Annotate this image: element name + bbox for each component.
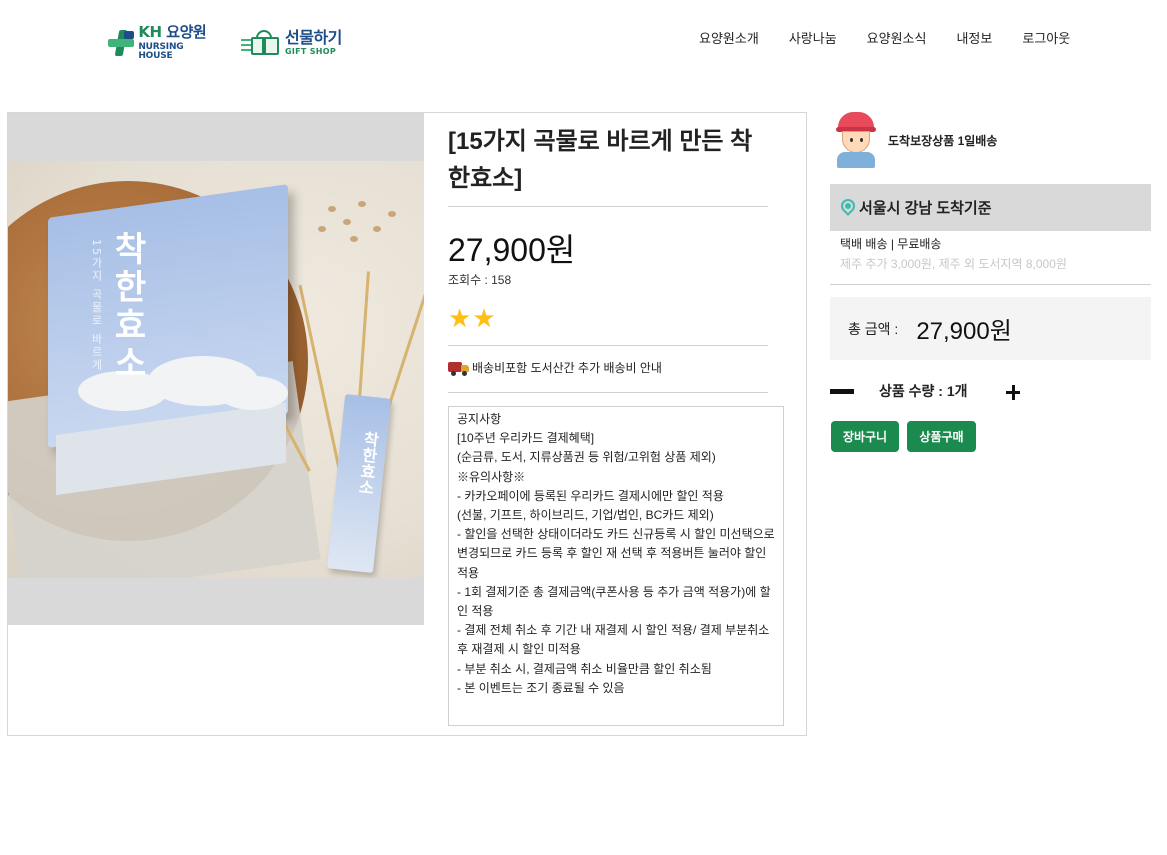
logo-gift-shop[interactable]: 선물하기 GIFT SHOP [241,26,351,60]
product-image-box-subtitle: 15가지 곡물로 바르게 만든 [90,239,103,404]
logo-kh-nursing-house[interactable]: KH 요양원 NURSING HOUSE [106,23,216,61]
star-icon: ★ [472,304,496,334]
notice-line: - 카카오페이에 등록된 우리카드 결제시에만 할인 적용 [457,488,724,503]
shipping-notice-text: 배송비포함 도서산간 추가 배송비 안내 [472,361,662,375]
courier-avatar-icon [832,112,882,168]
total-label: 총 금액 : [848,320,899,337]
logo-gift-subtitle: GIFT SHOP [285,47,337,56]
notice-line: [10주년 우리카드 결제혜택] [457,431,595,446]
logo-kh-title: 요양원 [166,23,207,41]
divider [448,206,768,207]
nav-item-my-info[interactable]: 내정보 [956,28,992,47]
truck-icon [448,360,470,376]
logo-kh-subtitle: NURSING HOUSE [138,42,184,61]
minus-icon[interactable] [830,389,854,394]
product-price: 27,900원 [448,232,576,268]
delivery-guarantee-badge: 도착보장상품 1일배송 [832,112,997,168]
divider [830,284,1151,285]
divider [448,345,768,346]
nav-item-news[interactable]: 요양원소식 [867,28,927,47]
logo-kh-prefix: KH [138,23,162,41]
product-detail-frame: 착한효소 15가지 곡물로 바르게 만든 착한효소 [15가지 곡물로 바르게 … [7,112,807,736]
plus-cross-logo-icon [106,28,134,58]
product-image-container: 착한효소 15가지 곡물로 바르게 만든 착한효소 [8,113,424,625]
shipping-notice-link[interactable]: 배송비포함 도서산간 추가 배송비 안내 [448,359,662,376]
star-icon: ★ [448,304,472,334]
total-amount: 총 금액 : 27,900원 [830,297,1151,360]
buy-button[interactable]: 상품구매 [907,421,976,452]
nav-item-about[interactable]: 요양원소개 [699,28,759,47]
product-image-box-title: 착한효소 [107,231,147,383]
notice-line: ※유의사항※ [457,469,526,484]
total-value: 27,900원 [916,318,1012,345]
plus-icon[interactable] [1005,381,1021,401]
notice-line: - 할인을 선택한 상태이더라도 카드 신규등록 시 할인 미선택으로 변경되므… [457,527,775,580]
product-image[interactable]: 착한효소 15가지 곡물로 바르게 만든 착한효소 [8,161,424,578]
notice-box[interactable]: 공지사항 [10주년 우리카드 결제혜택] (순금류, 도서, 지류상품권 등 위험… [448,406,784,726]
notice-line: - 결제 전체 취소 후 기간 내 재결제 시 할인 적용/ 결제 부분취소 후… [457,623,770,657]
location-pin-icon [838,195,858,218]
delivery-badge-text: 도착보장상품 1일배송 [888,133,998,148]
nav-item-sharing[interactable]: 사랑나눔 [789,28,837,47]
gift-box-icon [241,29,281,57]
quantity-label: 상품 수량 : 1개 [879,383,968,399]
notice-line: 공지사항 [457,412,502,426]
notice-line: - 본 이벤트는 조기 종료될 수 있음 [457,680,625,695]
delivery-location-text: 서울시 강남 도착기준 [859,200,992,217]
notice-line: - 1회 결제기준 총 결제금액(쿠폰사용 등 추가 금액 적용가)에 할인 적… [457,584,771,619]
delivery-location[interactable]: 서울시 강남 도착기준 [830,184,1151,231]
rating-stars: ★ ★ [448,306,497,332]
add-to-cart-button[interactable]: 장바구니 [831,421,899,452]
notice-line: - 부분 취소 시, 결제금액 취소 비율만큼 할인 취소됨 [457,661,712,676]
notice-line: (선불, 기프트, 하이브리드, 기업/법인, BC카드 제외) [457,508,714,523]
main-nav: 요양원소개 사랑나눔 요양원소식 내정보 로그아웃 [699,28,1100,47]
shipping-extra-fee: 제주 추가 3,000원, 제주 외 도서지역 8,000원 [840,257,1067,271]
divider [448,392,768,393]
nav-item-logout[interactable]: 로그아웃 [1022,28,1070,47]
quantity-stepper: 상품 수량 : 1개 [830,379,1030,405]
logo-gift-title: 선물하기 [285,28,342,47]
view-count: 조회수 : 158 [448,273,512,287]
notice-line: (순금류, 도서, 지류상품권 등 위험/고위험 상품 제외) [457,450,716,465]
shipping-type: 택배 배송 | 무료배송 [840,237,942,251]
product-title: [15가지 곡물로 바르게 만든 착한효소] [448,128,753,192]
